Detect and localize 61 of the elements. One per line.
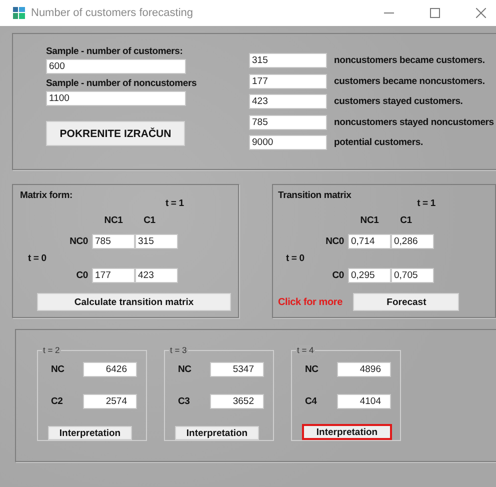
interpretation-button[interactable]: Interpretation [302, 424, 392, 440]
forecast-field[interactable]: 2574 [83, 394, 137, 409]
result-label: customers became noncustomers. [334, 76, 485, 86]
matrix-field[interactable]: 785 [92, 234, 135, 249]
result-field[interactable]: 315 [249, 53, 327, 68]
result-field[interactable]: 785 [249, 114, 327, 130]
row-header: NC0 [324, 236, 345, 247]
matrix-field[interactable]: 0,705 [391, 268, 434, 283]
calculate-matrix-button[interactable]: Calculate transition matrix [37, 293, 231, 311]
window-title: Number of customers forecasting [31, 7, 194, 19]
group-title: Transition matrix [278, 190, 352, 203]
field-label: Sample - number of noncustomers [46, 78, 198, 91]
interpretation-button[interactable]: Interpretation [175, 426, 259, 440]
result-label: potential customers. [334, 137, 423, 148]
field-label: Sample - number of customers: [46, 46, 184, 59]
forecast-field[interactable]: 6426 [83, 362, 137, 377]
row-header: NC0 [68, 236, 89, 247]
calculate-button[interactable]: POKRENITE IZRAČUN [46, 121, 185, 146]
group-legend: t = 4 [296, 345, 315, 355]
matrix-field[interactable]: 0,714 [348, 234, 391, 249]
forecast-button[interactable]: Forecast [353, 293, 460, 311]
column-header: C1 [399, 215, 413, 226]
column-header: NC1 [103, 215, 124, 226]
matrix-field[interactable]: 177 [92, 268, 135, 283]
forecast-field[interactable]: 4104 [337, 394, 391, 409]
forecast-field[interactable]: 3652 [210, 394, 264, 409]
row-header: C0 [75, 270, 89, 281]
input-field[interactable]: 1100 [46, 91, 186, 106]
maximize-icon[interactable] [430, 8, 440, 18]
result-label: customers stayed customers. [334, 96, 463, 107]
time-label: t = 1 [166, 198, 184, 204]
field-label: C2 [51, 396, 64, 407]
result-field[interactable]: 423 [249, 94, 327, 109]
field-label: NC [305, 364, 320, 375]
matrix-field[interactable]: 0,295 [348, 268, 391, 283]
group-title: Matrix form: [20, 190, 72, 203]
result-field[interactable]: 177 [249, 74, 327, 88]
field-label: NC [51, 364, 66, 375]
forecast-field[interactable]: 5347 [210, 362, 264, 377]
column-header: NC1 [359, 215, 380, 226]
matrix-field[interactable]: 0,286 [391, 234, 434, 249]
time-label: t = 0 [27, 253, 48, 264]
group-legend: t = 3 [169, 345, 188, 355]
result-label: noncustomers became customers. [334, 55, 485, 66]
column-header: C1 [142, 215, 156, 226]
time-label: t = 0 [285, 253, 306, 264]
matrix-field[interactable]: 315 [135, 234, 178, 249]
result-label: noncustomers stayed noncustomers [334, 116, 494, 128]
result-field[interactable]: 9000 [249, 135, 327, 150]
interpretation-button[interactable]: Interpretation [48, 426, 132, 440]
input-field[interactable]: 600 [46, 59, 186, 74]
app-icon [13, 7, 25, 19]
time-label: t = 1 [417, 198, 436, 204]
close-icon[interactable] [476, 8, 486, 18]
field-label: NC [178, 364, 192, 375]
group-legend: t = 2 [42, 345, 61, 355]
matrix-field[interactable]: 423 [135, 268, 178, 283]
forecast-field[interactable]: 4896 [337, 362, 391, 377]
row-header: C0 [331, 270, 345, 281]
field-label: C3 [178, 396, 191, 407]
field-label: C4 [305, 396, 318, 407]
